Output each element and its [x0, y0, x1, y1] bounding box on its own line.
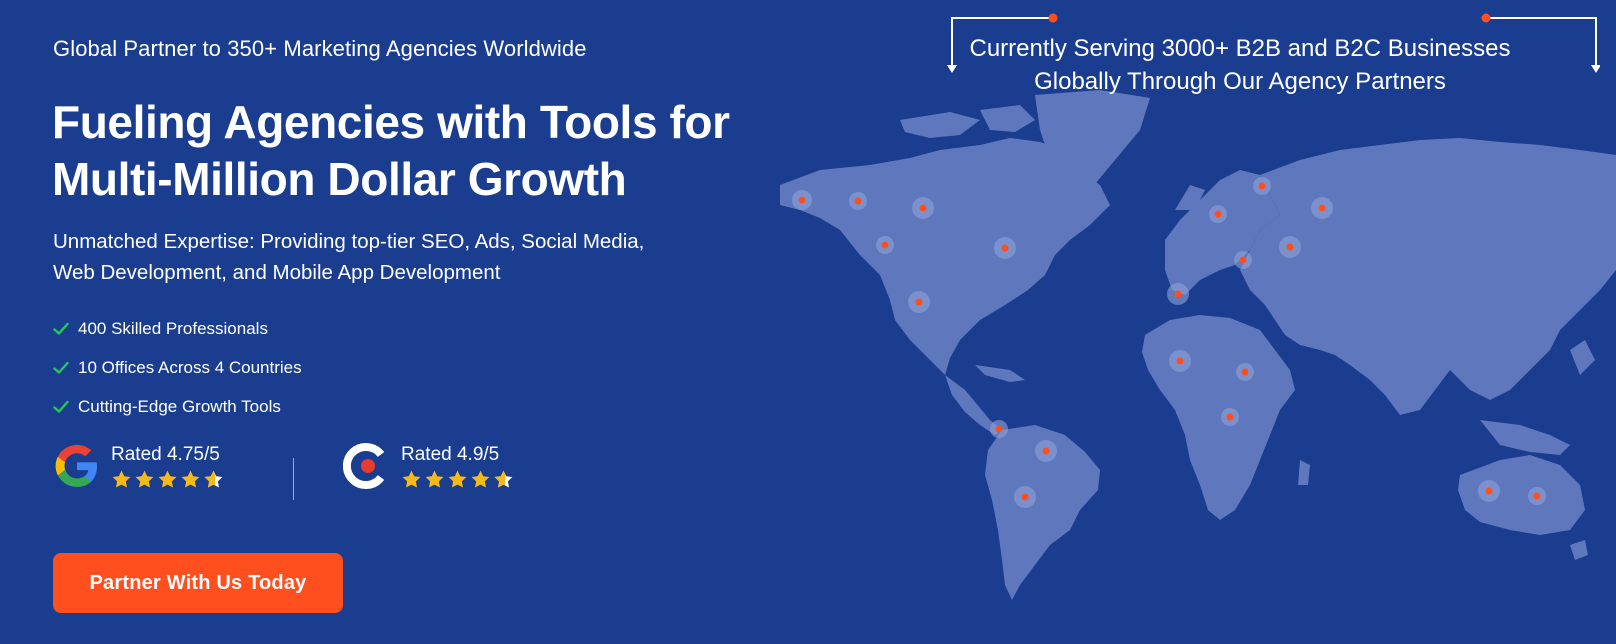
world-map — [780, 90, 1616, 600]
tagline: Global Partner to 350+ Marketing Agencie… — [53, 36, 587, 61]
headline-line-1: Fueling Agencies with Tools for — [52, 96, 730, 148]
clutch-logo-icon — [343, 443, 385, 489]
subheadline: Unmatched Expertise: Providing top-tier … — [53, 226, 693, 288]
star-icon — [135, 470, 154, 488]
star-rating — [111, 469, 224, 490]
check-icon — [53, 400, 69, 413]
feature-label: 10 Offices Across 4 Countries — [78, 357, 302, 377]
subheadline-line-1: Unmatched Expertise: Providing top-tier … — [53, 230, 645, 253]
partial-star-icon — [204, 470, 223, 488]
hero-section: Global Partner to 350+ Marketing Agencie… — [0, 0, 1616, 644]
check-icon — [53, 322, 69, 335]
star-icon — [402, 470, 421, 488]
partner-with-us-button[interactable]: Partner With Us Today — [53, 553, 343, 613]
feature-item: 400 Skilled Professionals — [53, 309, 302, 348]
serving-line-1: Currently Serving 3000+ B2B and B2C Busi… — [969, 35, 1511, 62]
star-icon — [181, 470, 200, 488]
divider — [293, 458, 294, 500]
ratings-row: Rated 4.75/5 Rated 4.9/5 — [53, 442, 573, 502]
rating-label: Rated 4.9/5 — [401, 443, 500, 465]
headline-line-2: Multi-Million Dollar Growth — [52, 153, 627, 205]
feature-list: 400 Skilled Professionals 10 Offices Acr… — [53, 309, 302, 426]
feature-item: 10 Offices Across 4 Countries — [53, 348, 302, 387]
star-icon — [112, 470, 131, 488]
rating-label: Rated 4.75/5 — [111, 443, 220, 465]
google-rating: Rated 4.75/5 — [53, 442, 224, 490]
page-title: Fueling Agencies with Tools for Multi-Mi… — [52, 94, 812, 208]
star-icon — [448, 470, 467, 488]
serving-line-2: Globally Through Our Agency Partners — [1034, 68, 1446, 95]
star-rating — [401, 469, 514, 490]
serving-callout: Currently Serving 3000+ B2B and B2C Busi… — [950, 32, 1530, 98]
feature-label: Cutting-Edge Growth Tools — [78, 396, 281, 416]
feature-item: Cutting-Edge Growth Tools — [53, 387, 302, 426]
star-icon — [425, 470, 444, 488]
feature-label: 400 Skilled Professionals — [78, 318, 268, 338]
star-icon — [158, 470, 177, 488]
star-icon — [471, 470, 490, 488]
check-icon — [53, 361, 69, 374]
clutch-rating: Rated 4.9/5 — [343, 442, 514, 490]
subheadline-line-2: Web Development, and Mobile App Developm… — [53, 261, 501, 284]
google-logo-icon — [55, 445, 97, 487]
partial-star-icon — [494, 470, 513, 488]
